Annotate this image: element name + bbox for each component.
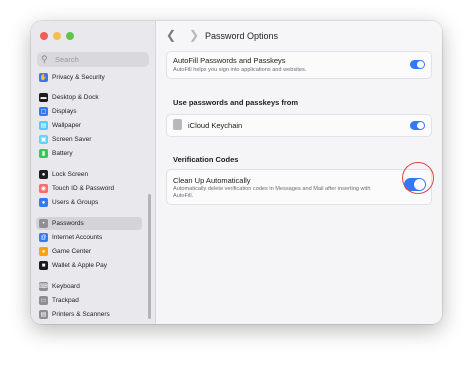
keychain-card: iCloud Keychain xyxy=(166,114,432,137)
keyboard-icon: ⌨ xyxy=(39,282,48,291)
sidebar-item-label: Touch ID & Password xyxy=(52,185,115,192)
zoom-window-button[interactable] xyxy=(66,32,74,40)
sidebar-item-touch-id-password[interactable]: ◉ Touch ID & Password xyxy=(36,182,142,195)
printer-icon: ▤ xyxy=(39,310,48,319)
sidebar-item-users-groups[interactable]: ● Users & Groups xyxy=(36,196,142,209)
autofill-title: AutoFill Passwords and Passkeys xyxy=(173,56,286,65)
cleanup-title: Clean Up Automatically xyxy=(173,176,251,185)
sidebar-item-label: Lock Screen xyxy=(52,171,89,178)
search-input[interactable] xyxy=(55,55,143,64)
search-icon: ⚲ xyxy=(41,54,48,64)
sidebar-item-printers-scanners[interactable]: ▤ Printers & Scanners xyxy=(36,308,142,321)
chevron-left-icon: ❮ xyxy=(166,28,177,42)
sidebar-item-desktop-dock[interactable]: ▬ Desktop & Dock xyxy=(36,91,142,104)
sidebar-item-label: Keyboard xyxy=(52,283,80,290)
game-center-icon: ● xyxy=(39,247,48,256)
users-icon: ● xyxy=(39,198,48,207)
sidebar-item-label: Desktop & Dock xyxy=(52,94,99,101)
battery-icon: ▮ xyxy=(39,149,48,158)
trackpad-icon: ▭ xyxy=(39,296,48,305)
key-icon: • xyxy=(39,219,48,228)
sidebar-item-label: Wallet & Apple Pay xyxy=(52,262,108,269)
sidebar-item-privacy-security[interactable]: ✋ Privacy & Security xyxy=(36,71,142,84)
sidebar-item-screen-saver[interactable]: ▣ Screen Saver xyxy=(36,133,142,146)
sidebar-item-displays[interactable]: ▢ Displays xyxy=(36,105,142,118)
autofill-card: AutoFill Passwords and Passkeys AutoFill… xyxy=(166,51,432,79)
sidebar-item-label: Internet Accounts xyxy=(52,234,103,241)
sidebar-item-label: Privacy & Security xyxy=(52,74,105,81)
sidebar-scrollbar[interactable] xyxy=(148,194,151,319)
toggle-knob xyxy=(417,122,424,129)
highlight-circle xyxy=(402,162,434,194)
at-icon: @ xyxy=(39,233,48,242)
toggle-knob xyxy=(417,61,424,68)
back-button[interactable]: ❮ xyxy=(166,29,176,41)
screen-saver-icon: ▣ xyxy=(39,135,48,144)
main-pane: ❮ ❯ Password Options AutoFill Passwords … xyxy=(156,21,442,324)
sidebar-item-wallpaper[interactable]: ▤ Wallpaper xyxy=(36,119,142,132)
keychain-label: iCloud Keychain xyxy=(188,121,243,130)
sidebar-item-label: Printers & Scanners xyxy=(52,311,110,318)
window-controls xyxy=(40,32,74,40)
sidebar-item-label: Users & Groups xyxy=(52,199,99,206)
dock-icon: ▬ xyxy=(39,93,48,102)
chevron-right-icon: ❯ xyxy=(189,28,200,42)
wallpaper-icon: ▤ xyxy=(39,121,48,130)
autofill-toggle[interactable] xyxy=(410,60,425,69)
lock-icon: ● xyxy=(39,170,48,179)
display-icon: ▢ xyxy=(39,107,48,116)
sidebar-item-lock-screen[interactable]: ● Lock Screen xyxy=(36,168,142,181)
search-field[interactable]: ⚲ xyxy=(37,52,149,67)
sidebar-item-label: Passwords xyxy=(52,220,84,227)
verification-header: Verification Codes xyxy=(173,155,239,164)
forward-button[interactable]: ❯ xyxy=(189,29,199,41)
verification-card: Clean Up Automatically Automatically del… xyxy=(166,169,432,205)
sidebar-item-battery[interactable]: ▮ Battery xyxy=(36,147,142,160)
cleanup-description: Automatically delete verification codes … xyxy=(173,186,371,199)
close-window-button[interactable] xyxy=(40,32,48,40)
sidebar-item-label: Wallpaper xyxy=(52,122,82,129)
keychain-toggle[interactable] xyxy=(410,121,425,130)
fingerprint-icon: ◉ xyxy=(39,184,48,193)
hand-icon: ✋ xyxy=(39,73,48,82)
sidebar-item-label: Screen Saver xyxy=(52,136,92,143)
toolbar: ❮ ❯ Password Options xyxy=(156,21,442,51)
wallet-icon: ■ xyxy=(39,261,48,270)
sidebar-item-internet-accounts[interactable]: @ Internet Accounts xyxy=(36,231,142,244)
sidebar-item-keyboard[interactable]: ⌨ Keyboard xyxy=(36,280,142,293)
sidebar-item-trackpad[interactable]: ▭ Trackpad xyxy=(36,294,142,307)
autofill-description: AutoFill helps you sign into application… xyxy=(173,67,307,73)
minimize-window-button[interactable] xyxy=(53,32,61,40)
keychain-icon xyxy=(173,119,182,130)
sidebar: ⚲ ✋ Privacy & Security ▬ Desktop & Dock ▢ Dis… xyxy=(31,21,156,324)
sidebar-item-label: Displays xyxy=(52,108,77,115)
sidebar-item-wallet-apple-pay[interactable]: ■ Wallet & Apple Pay xyxy=(36,259,142,272)
sidebar-item-game-center[interactable]: ● Game Center xyxy=(36,245,142,258)
settings-window: ⚲ ✋ Privacy & Security ▬ Desktop & Dock ▢ Dis… xyxy=(31,21,442,324)
sidebar-item-label: Trackpad xyxy=(52,297,79,304)
page-title: Password Options xyxy=(205,31,279,41)
sidebar-item-label: Game Center xyxy=(52,248,92,255)
sidebar-item-passwords[interactable]: • Passwords xyxy=(36,217,142,230)
sidebar-item-label: Battery xyxy=(52,150,73,157)
use-from-header: Use passwords and passkeys from xyxy=(173,98,299,107)
